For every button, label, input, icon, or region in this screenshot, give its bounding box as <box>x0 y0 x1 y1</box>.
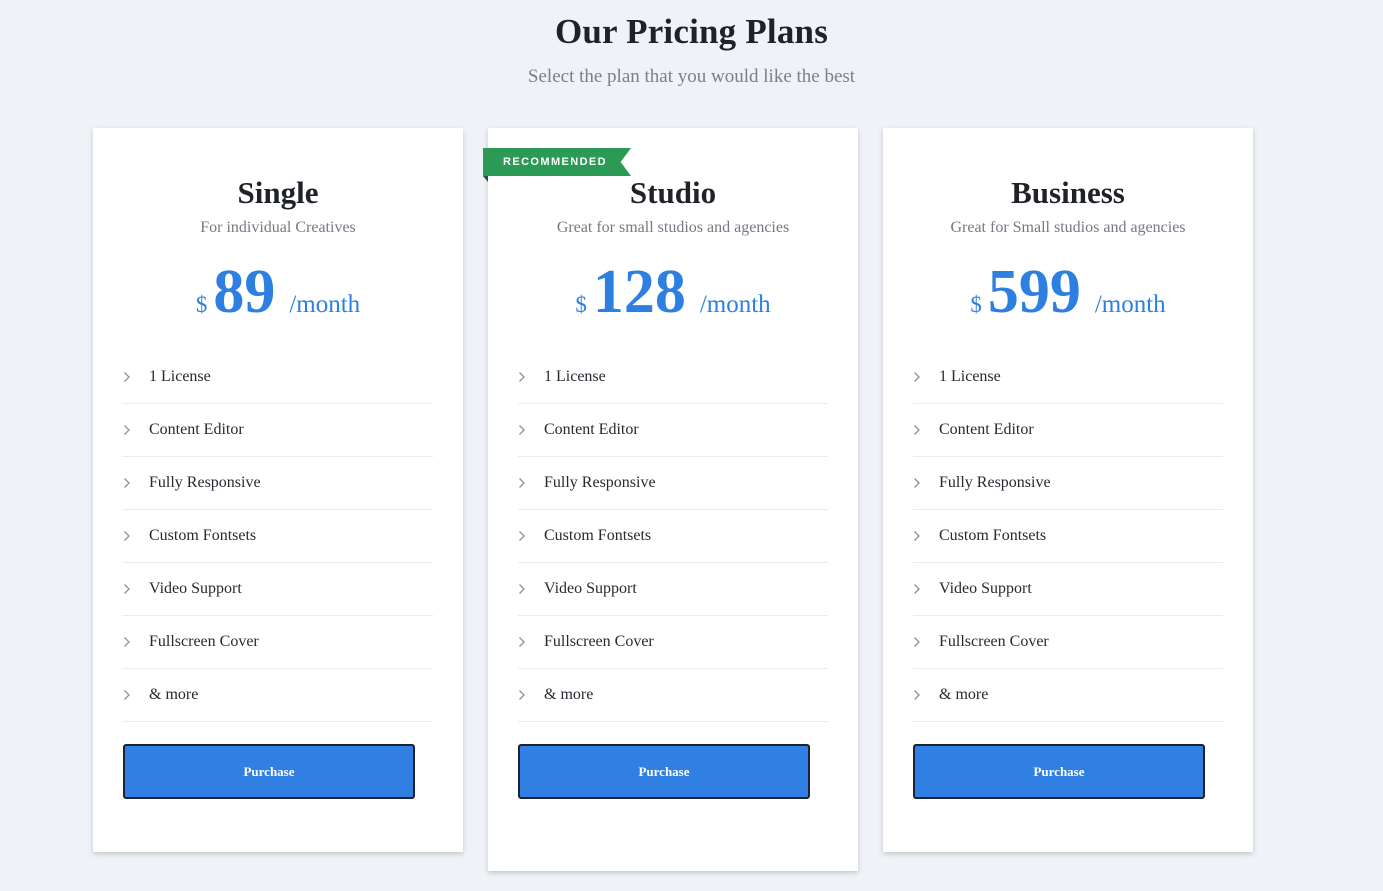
feature-label: Custom Fontsets <box>544 527 652 544</box>
price: $ 89 /month <box>123 261 433 331</box>
page-title: Our Pricing Plans <box>554 12 829 51</box>
plan-description: For individual Creatives <box>200 219 356 236</box>
chevron-right-icon <box>913 424 939 436</box>
chevron-right-icon <box>913 636 939 648</box>
feature-label: Fullscreen Cover <box>544 633 654 650</box>
plan-card-studio: RECOMMENDED Studio Great for small studi… <box>483 128 858 871</box>
feature-label: Video Support <box>544 580 637 597</box>
feature-item: & more <box>518 669 828 722</box>
price-amount: 89 <box>213 258 276 326</box>
feature-item: Custom Fontsets <box>913 510 1223 563</box>
feature-label: Custom Fontsets <box>149 527 257 544</box>
feature-label: Fullscreen Cover <box>939 633 1049 650</box>
price-period: /month <box>1094 291 1166 318</box>
feature-label: Custom Fontsets <box>939 527 1047 544</box>
badge-fold <box>483 176 488 182</box>
chevron-right-icon <box>123 636 149 648</box>
feature-label: & more <box>544 686 594 703</box>
chevron-right-icon <box>123 371 149 383</box>
feature-item: Content Editor <box>518 404 828 457</box>
feature-list: 1 License Content Editor Fully Responsive C… <box>123 351 433 722</box>
plan-card-single: Single For individual Creatives $ 89 /mo… <box>93 128 463 852</box>
feature-item: Fullscreen Cover <box>123 616 433 669</box>
feature-list: 1 License Content Editor Fully Responsive C… <box>913 351 1223 722</box>
feature-item: Video Support <box>518 563 828 616</box>
price: $ 128 /month <box>518 261 828 331</box>
chevron-right-icon <box>913 583 939 595</box>
feature-item: 1 License <box>123 351 433 404</box>
chevron-right-icon <box>123 689 149 701</box>
chevron-right-icon <box>913 689 939 701</box>
feature-label: Fully Responsive <box>939 474 1051 491</box>
plan-description: Great for Small studios and agencies <box>950 219 1186 236</box>
chevron-right-icon <box>518 477 544 489</box>
chevron-right-icon <box>913 477 939 489</box>
price-currency: $ <box>970 292 982 317</box>
purchase-button[interactable]: Purchase <box>518 744 810 799</box>
chevron-right-icon <box>518 689 544 701</box>
price: $ 599 /month <box>913 261 1223 331</box>
chevron-right-icon <box>518 424 544 436</box>
chevron-right-icon <box>913 371 939 383</box>
purchase-button[interactable]: Purchase <box>913 744 1205 799</box>
feature-label: 1 License <box>149 368 211 385</box>
feature-item: & more <box>123 669 433 722</box>
purchase-button[interactable]: Purchase <box>123 744 415 799</box>
feature-item: & more <box>913 669 1223 722</box>
feature-item: 1 License <box>518 351 828 404</box>
feature-item: 1 License <box>913 351 1223 404</box>
plan-card-business: Business Great for Small studios and age… <box>883 128 1253 852</box>
price-amount: 128 <box>592 258 686 326</box>
chevron-right-icon <box>913 530 939 542</box>
feature-label: 1 License <box>939 368 1001 385</box>
page-subtitle: Select the plan that you would like the … <box>527 66 856 87</box>
plan-name: Business <box>1011 175 1125 210</box>
feature-label: & more <box>149 686 199 703</box>
recommended-badge: RECOMMENDED <box>483 148 631 176</box>
feature-item: Fully Responsive <box>123 457 433 510</box>
feature-item: Fully Responsive <box>913 457 1223 510</box>
feature-list: 1 License Content Editor Fully Responsive C… <box>518 351 828 722</box>
feature-item: Fully Responsive <box>518 457 828 510</box>
feature-item: Content Editor <box>913 404 1223 457</box>
feature-item: Fullscreen Cover <box>913 616 1223 669</box>
feature-label: Video Support <box>939 580 1032 597</box>
feature-item: Content Editor <box>123 404 433 457</box>
feature-item: Custom Fontsets <box>518 510 828 563</box>
feature-item: Custom Fontsets <box>123 510 433 563</box>
chevron-right-icon <box>518 530 544 542</box>
price-currency: $ <box>575 292 587 317</box>
feature-item: Video Support <box>123 563 433 616</box>
plan-name: Studio <box>629 175 717 210</box>
feature-label: & more <box>939 686 989 703</box>
feature-label: Video Support <box>149 580 242 597</box>
feature-label: Fullscreen Cover <box>149 633 259 650</box>
plan-description: Great for small studios and agencies <box>556 219 790 236</box>
pricing-header: Our Pricing Plans Select the plan that y… <box>0 0 1383 88</box>
chevron-right-icon <box>123 530 149 542</box>
feature-label: Fully Responsive <box>544 474 656 491</box>
chevron-right-icon <box>123 583 149 595</box>
chevron-right-icon <box>518 371 544 383</box>
chevron-right-icon <box>123 477 149 489</box>
feature-label: Fully Responsive <box>149 474 261 491</box>
feature-item: Fullscreen Cover <box>518 616 828 669</box>
plan-name: Single <box>237 175 319 210</box>
chevron-right-icon <box>518 583 544 595</box>
chevron-right-icon <box>518 636 544 648</box>
feature-label: Content Editor <box>939 421 1034 438</box>
price-period: /month <box>289 291 361 318</box>
price-period: /month <box>699 291 771 318</box>
price-currency: $ <box>195 292 208 317</box>
feature-item: Video Support <box>913 563 1223 616</box>
price-amount: 599 <box>987 258 1081 326</box>
feature-label: Content Editor <box>149 421 244 438</box>
feature-label: 1 License <box>544 368 606 385</box>
chevron-right-icon <box>123 424 149 436</box>
feature-label: Content Editor <box>544 421 639 438</box>
